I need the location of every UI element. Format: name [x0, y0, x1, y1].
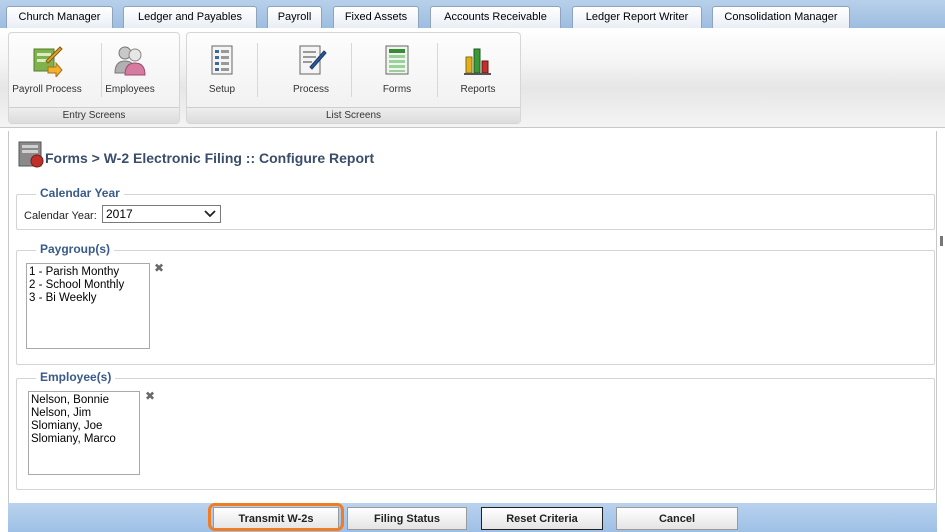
reports-icon — [464, 48, 491, 75]
tab-label: Ledger Report Writer — [585, 10, 689, 23]
process-icon — [299, 45, 327, 75]
module-tab-bar: Church Manager Ledger and Payables Payro… — [0, 0, 945, 28]
list-item[interactable]: Nelson, Bonnie — [31, 394, 137, 407]
calendar-year-label: Calendar Year: — [24, 210, 97, 222]
setup-button[interactable]: Setup — [193, 37, 251, 103]
entry-screens-label: Entry Screens — [9, 107, 179, 123]
paygroups-listbox[interactable]: 1 - Parish Monthy 2 - School Monthly 3 -… — [26, 263, 150, 349]
payroll-process-label: Payroll Process — [12, 84, 82, 95]
list-item[interactable]: 1 - Parish Monthy — [29, 266, 147, 279]
report-config-icon — [18, 141, 44, 168]
scroll-marker — [940, 236, 943, 246]
filing-status-button[interactable]: Filing Status — [347, 507, 467, 530]
ribbon-toolbar: Payroll Process Employees Entry Screens — [0, 28, 945, 128]
tab-ledger-and-payables[interactable]: Ledger and Payables — [123, 6, 257, 28]
employees-icon — [114, 46, 146, 76]
list-item[interactable]: 2 - School Monthly — [29, 279, 147, 292]
forms-icon — [385, 45, 409, 75]
payroll-process-button[interactable]: Payroll Process — [12, 37, 82, 103]
calendar-year-legend: Calendar Year — [36, 186, 124, 200]
tab-fixed-assets[interactable]: Fixed Assets — [333, 6, 419, 28]
calendar-year-value: 2017 — [106, 207, 133, 221]
process-button[interactable]: Process — [282, 37, 340, 103]
tab-payroll[interactable]: Payroll — [267, 6, 322, 28]
tab-label: Fixed Assets — [344, 10, 408, 23]
tab-consolidation-manager[interactable]: Consolidation Manager — [712, 6, 850, 28]
transmit-highlight-ring — [208, 503, 344, 531]
calendar-year-select[interactable]: 2017 — [102, 205, 221, 223]
payroll-process-icon — [33, 46, 63, 77]
employees-label: Employees — [105, 84, 155, 95]
list-item[interactable]: Slomiany, Joe — [31, 420, 137, 433]
tab-label: Payroll — [277, 10, 312, 23]
reset-criteria-button[interactable]: Reset Criteria — [481, 507, 603, 530]
tab-label: Church Manager — [18, 10, 101, 23]
paygroups-legend: Paygroup(s) — [36, 242, 115, 256]
reports-label: Reports — [460, 84, 496, 95]
clear-employees-icon[interactable]: ✖ — [145, 389, 155, 403]
group-separator — [101, 43, 102, 97]
list-screens-group: Setup Process Forms Reports List Screens — [186, 32, 521, 124]
group-separator — [437, 43, 438, 97]
process-label: Process — [292, 84, 330, 95]
tab-accounts-receivable[interactable]: Accounts Receivable — [430, 6, 561, 28]
cancel-button[interactable]: Cancel — [616, 507, 738, 530]
tab-label: Consolidation Manager — [724, 10, 838, 23]
forms-button[interactable]: Forms — [368, 37, 426, 103]
list-item[interactable]: Nelson, Jim — [31, 407, 137, 420]
tab-label: Ledger and Payables — [138, 10, 242, 23]
tab-label: Accounts Receivable — [444, 10, 547, 23]
page-title: Forms > W-2 Electronic Filing :: Configu… — [45, 150, 375, 166]
employees-listbox[interactable]: Nelson, Bonnie Nelson, Jim Slomiany, Joe… — [28, 391, 140, 475]
tab-church-manager[interactable]: Church Manager — [6, 6, 113, 28]
entry-screens-group: Payroll Process Employees Entry Screens — [8, 32, 180, 124]
reports-button[interactable]: Reports — [449, 37, 507, 103]
chevron-down-icon — [204, 210, 216, 218]
group-separator — [257, 43, 258, 97]
employees-legend: Employee(s) — [36, 370, 116, 384]
setup-label: Setup — [208, 84, 236, 95]
forms-label: Forms — [382, 84, 412, 95]
list-item[interactable]: 3 - Bi Weekly — [29, 292, 147, 305]
setup-icon — [211, 45, 233, 75]
tab-ledger-report-writer[interactable]: Ledger Report Writer — [572, 6, 702, 28]
group-separator — [351, 43, 352, 97]
action-button-bar — [8, 503, 937, 532]
employees-button[interactable]: Employees — [95, 37, 165, 103]
list-screens-label: List Screens — [187, 107, 520, 123]
list-item[interactable]: Slomiany, Marco — [31, 433, 137, 446]
clear-paygroups-icon[interactable]: ✖ — [154, 261, 164, 275]
